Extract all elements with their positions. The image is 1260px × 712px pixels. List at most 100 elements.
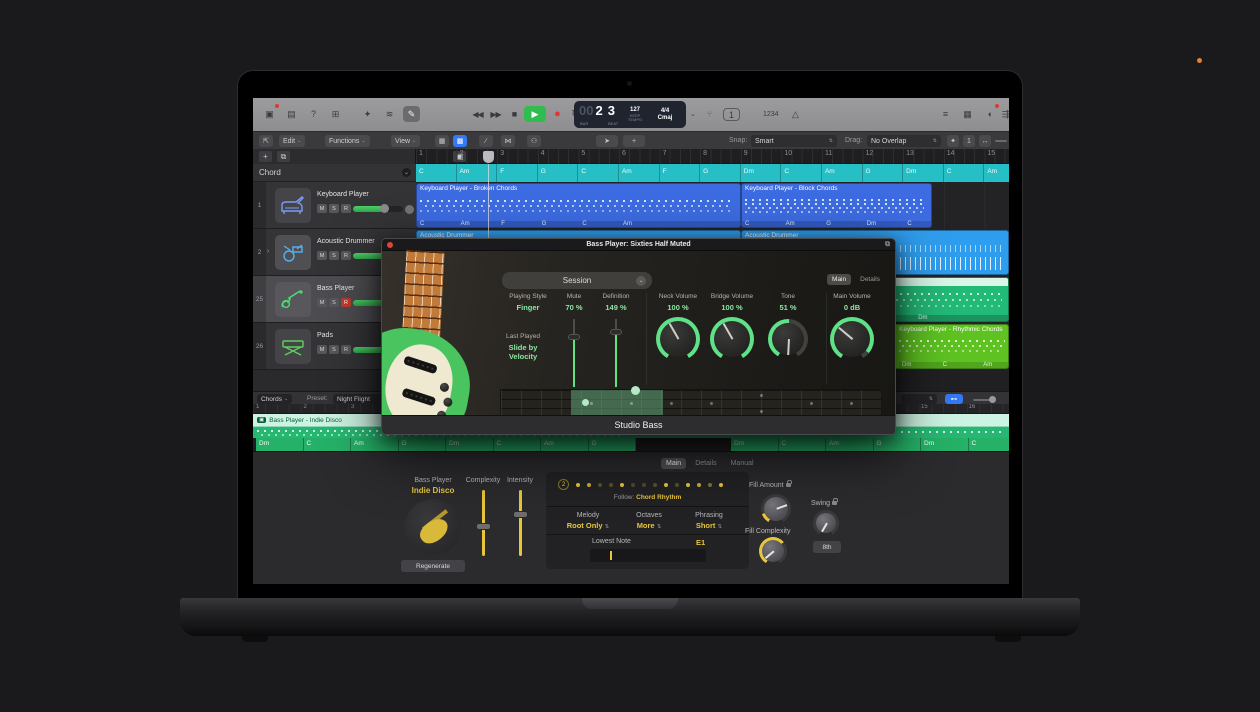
chord-track-header[interactable]: Chord ⌄ (253, 164, 416, 182)
rewind-button[interactable]: ◀◀ (469, 106, 486, 122)
pattern-badge[interactable]: 2 (558, 479, 569, 490)
drag-dropdown[interactable]: No Overlap⇅ (867, 135, 941, 147)
nudge-icon[interactable]: ⇱ (259, 135, 273, 147)
editor-chord-segment[interactable]: Dm (256, 438, 304, 451)
editor-chord-segment[interactable]: C (494, 438, 542, 451)
editor-chord-segment[interactable]: Dm (731, 438, 779, 451)
add-tracks-icon[interactable]: ⊞ (327, 106, 344, 122)
mute-button[interactable]: M (317, 298, 327, 307)
editor-chord-segment[interactable]: G (399, 438, 447, 451)
editor-chord-segment[interactable] (684, 438, 732, 451)
tab-details[interactable]: Details (690, 458, 721, 469)
tuner-icon[interactable]: ⑂ (701, 106, 718, 122)
capture-icon[interactable]: ⚇ (527, 135, 541, 147)
pointer-tool-menu[interactable]: ➤ (596, 135, 618, 147)
add-track-button[interactable]: + (259, 151, 272, 162)
mixer-icon[interactable]: ≋ (381, 106, 398, 122)
record-enable-button[interactable]: R (341, 204, 351, 213)
functions-menu[interactable]: Functions⌄ (325, 135, 370, 147)
click-icon[interactable]: 1234 (761, 106, 781, 122)
mute-slider[interactable] (573, 319, 575, 387)
piano-roll-view-icon[interactable]: ▩ (453, 135, 467, 147)
link-icon[interactable]: ⧉ (885, 241, 890, 249)
tone-knob[interactable] (768, 319, 808, 359)
track-name[interactable]: Pads (317, 332, 333, 339)
mute-button[interactable]: M (317, 345, 327, 354)
chord-track-strip[interactable]: CAmFGCAmFGDmCAmGDmCAm (416, 164, 1009, 182)
editor-chord-lane[interactable]: DmCAmGDmCAmGDmCAmGDmC (253, 438, 1009, 451)
chord-segment[interactable]: F (497, 164, 538, 182)
list-editors-icon[interactable]: ≡ (937, 106, 954, 122)
melody-param[interactable]: Melody Root Only ⇅ (553, 512, 623, 530)
track-header-keyboard-player[interactable]: 1 Keyboard Player M S R (253, 182, 416, 229)
pattern-dots[interactable] (576, 483, 723, 487)
chord-segment[interactable]: Am (457, 164, 498, 182)
pan-knob[interactable] (405, 205, 414, 214)
zoom-slider[interactable] (995, 140, 1007, 142)
chord-segment[interactable]: Am (619, 164, 660, 182)
volume-slider[interactable] (353, 206, 403, 212)
editor-chord-segment[interactable]: Dm (446, 438, 494, 451)
swing-rate-button[interactable]: 8th (813, 541, 841, 553)
complexity-slider[interactable] (482, 490, 485, 556)
pattern-dot[interactable] (719, 483, 723, 487)
track-name[interactable]: Keyboard Player (317, 191, 369, 198)
editor-zoom-knob[interactable] (989, 396, 996, 403)
solo-button[interactable]: S (329, 251, 339, 260)
editor-chord-segment[interactable]: C (779, 438, 827, 451)
zoom-h-icon[interactable]: ↔ (979, 135, 991, 147)
chord-segment[interactable]: Dm (741, 164, 782, 182)
view-menu[interactable]: View⌄ (391, 135, 420, 147)
lcd-display[interactable]: 00 2 3 127 KEEP TEMPO 4/4 Cmaj BAR BEAT (574, 101, 686, 128)
pattern-dot[interactable] (664, 483, 668, 487)
chord-segment[interactable]: C (578, 164, 619, 182)
catch-button[interactable]: ⊷ (945, 394, 963, 404)
inspector-icon[interactable]: ▤ (283, 106, 300, 122)
mute-button[interactable]: M (317, 204, 327, 213)
playing-style-value[interactable]: Finger (517, 303, 540, 312)
regenerate-button[interactable]: Regenerate (401, 560, 465, 572)
editor-chord-segment[interactable]: Am (351, 438, 399, 451)
editors-icon[interactable]: ▦ (959, 106, 976, 122)
fx-icon[interactable]: ✦ (359, 106, 376, 122)
chord-segment[interactable]: C (781, 164, 822, 182)
disclosure-icon[interactable]: › (267, 248, 269, 255)
forward-button[interactable]: ▶▶ (487, 106, 504, 122)
eye-icon[interactable]: ⌄ (402, 168, 411, 177)
intensity-slider[interactable] (519, 490, 522, 556)
pattern-dot[interactable] (642, 483, 646, 487)
plugin-titlebar[interactable]: Bass Player: Sixties Half Muted ⧉ (382, 239, 895, 251)
session-dropdown[interactable]: Session ⌄ (502, 272, 652, 289)
tab-main[interactable]: Main (661, 458, 686, 469)
record-enable-button[interactable]: R (341, 345, 351, 354)
pattern-dot[interactable] (686, 483, 690, 487)
plugin-tab-main[interactable]: Main (827, 274, 851, 285)
fretboard-display[interactable] (500, 389, 882, 417)
editor-chord-segment[interactable]: Am (826, 438, 874, 451)
metronome-icon[interactable]: △ (787, 106, 804, 122)
region-broken-chords[interactable]: Keyboard Player - Broken Chords CAmFGCAm (416, 183, 741, 228)
tab-manual[interactable]: Manual (726, 458, 759, 469)
chord-segment[interactable]: C (416, 164, 457, 182)
playhead-handle[interactable] (483, 151, 494, 163)
editor-chord-segment[interactable]: C (969, 438, 1010, 451)
editor-chord-segment[interactable] (636, 438, 684, 451)
close-icon[interactable] (387, 242, 393, 248)
solo-button[interactable]: S (329, 204, 339, 213)
chord-segment[interactable]: C (944, 164, 985, 182)
pattern-dot[interactable] (598, 483, 602, 487)
chord-segment[interactable]: F (660, 164, 701, 182)
solo-button[interactable]: S (329, 345, 339, 354)
bass-player-plugin-window[interactable]: Bass Player: Sixties Half Muted ⧉ (381, 238, 896, 435)
library-icon[interactable]: ▣ (261, 106, 278, 122)
play-button[interactable]: ▶ (524, 106, 546, 122)
solo-button[interactable]: S (329, 298, 339, 307)
chord-segment[interactable]: Am (984, 164, 1009, 182)
editor-chord-segment[interactable]: Am (541, 438, 589, 451)
bass-player-icon[interactable] (405, 499, 461, 555)
stop-button[interactable]: ■ (506, 106, 523, 122)
chords-view-dropdown[interactable]: Chords ⌄ (257, 394, 292, 404)
record-enable-button[interactable]: R (341, 251, 351, 260)
chord-segment[interactable]: Dm (903, 164, 944, 182)
io-icon[interactable]: ⇶ (997, 106, 1009, 122)
